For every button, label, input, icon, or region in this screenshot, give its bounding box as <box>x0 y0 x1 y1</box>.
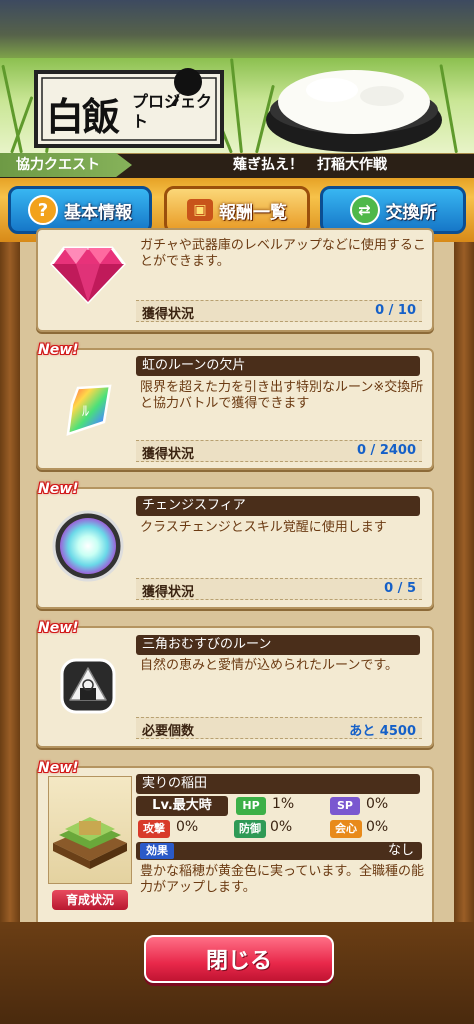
item-name: チェンジスフィア <box>136 496 420 516</box>
item-name: 三角おむすびのルーン <box>136 635 420 655</box>
diamond-gem-icon <box>48 232 128 312</box>
exchange-icon: ⇄ <box>349 195 380 225</box>
item-description: クラスチェンジとスキル覚醒に使用します <box>140 520 387 535</box>
question-icon: ? <box>28 195 58 225</box>
new-badge: New! <box>38 481 79 497</box>
attack-badge: 攻撃 <box>138 820 170 838</box>
sp-badge: SP <box>330 797 360 815</box>
status-label: 獲得状況 <box>142 585 195 600</box>
new-badge: New! <box>38 620 79 636</box>
effect-value: なし <box>387 843 414 858</box>
tab-basic-info[interactable]: ? 基本情報 <box>8 186 152 234</box>
list-frame-right <box>454 242 474 922</box>
status-value: 0 / 10 <box>375 303 416 318</box>
top-background <box>0 0 474 58</box>
onigiri-rune-icon <box>48 646 128 726</box>
quest-title: 薙ぎ払え！ 打稲大作戦 <box>233 157 387 173</box>
status-value: 0 / 5 <box>384 581 416 596</box>
quest-category-label: 協力クエスト <box>0 153 132 177</box>
status-label: 獲得状況 <box>142 307 195 322</box>
event-logo: 白飯 プロジェクト <box>30 62 228 152</box>
rainbow-rune-shard-icon: ﾙ <box>48 370 128 450</box>
item-name: 虹のルーンの欠片 <box>136 356 420 376</box>
grow-status-button[interactable]: 育成状況 <box>52 890 128 910</box>
tab-exchange-label: 交換所 <box>385 202 437 223</box>
item-description: 自然の恵みと愛情が込められたルーンです。 <box>140 658 399 673</box>
facility-description: 豊かな稲穂が黄金色に実っています。全職種の能力がアップします。 <box>140 864 425 895</box>
facility-name: 実りの稲田 <box>136 774 420 794</box>
hp-value: 1% <box>272 796 295 812</box>
item-description: 限界を超えた力を引き出す特別なルーン※交換所と協力バトルで獲得できます <box>140 380 424 411</box>
sp-value: 0% <box>366 796 389 812</box>
defense-value: 0% <box>270 819 293 835</box>
item-status-row: 獲得状況 0 / 2400 <box>136 440 422 462</box>
status-value: 0 / 2400 <box>356 443 416 458</box>
logo-main-text: 白飯 <box>46 94 120 139</box>
status-label: 必要個数 <box>142 724 195 739</box>
close-button[interactable]: 閉じる <box>144 935 334 983</box>
status-label: 獲得状況 <box>142 447 195 462</box>
logo-sub-text: プロジェクト <box>132 92 213 131</box>
item-status-row: 必要個数 あと 4500 <box>136 717 422 739</box>
status-value: あと 4500 <box>349 724 416 739</box>
rice-bowl-image <box>262 60 446 156</box>
defense-badge: 防御 <box>234 820 266 838</box>
critical-value: 0% <box>366 819 389 835</box>
tab-basic-info-label: 基本情報 <box>64 202 132 223</box>
hp-badge: HP <box>236 797 266 815</box>
attack-value: 0% <box>176 819 199 835</box>
rice-field-icon <box>48 776 132 884</box>
treasure-chest-icon: ▣ <box>187 199 213 221</box>
effect-row: 効果 なし <box>136 842 422 860</box>
svg-text:ﾙ: ﾙ <box>82 404 89 420</box>
level-badge: Lv.最大時 <box>136 796 228 816</box>
new-badge: New! <box>38 342 79 358</box>
item-status-row: 獲得状況 0 / 5 <box>136 578 422 600</box>
tab-exchange[interactable]: ⇄ 交換所 <box>320 186 466 234</box>
new-badge: New! <box>38 760 79 776</box>
list-frame-left <box>0 242 20 922</box>
item-status-row: 獲得状況 0 / 10 <box>136 300 422 322</box>
change-sphere-icon <box>48 506 128 586</box>
effect-label: 効果 <box>140 843 174 859</box>
item-description: ガチャや武器庫のレベルアップなどに使用することができます。 <box>140 238 426 269</box>
tab-rewards[interactable]: ▣ 報酬一覧 <box>164 186 310 234</box>
critical-badge: 会心 <box>330 820 362 838</box>
tab-rewards-label: 報酬一覧 <box>219 202 287 223</box>
